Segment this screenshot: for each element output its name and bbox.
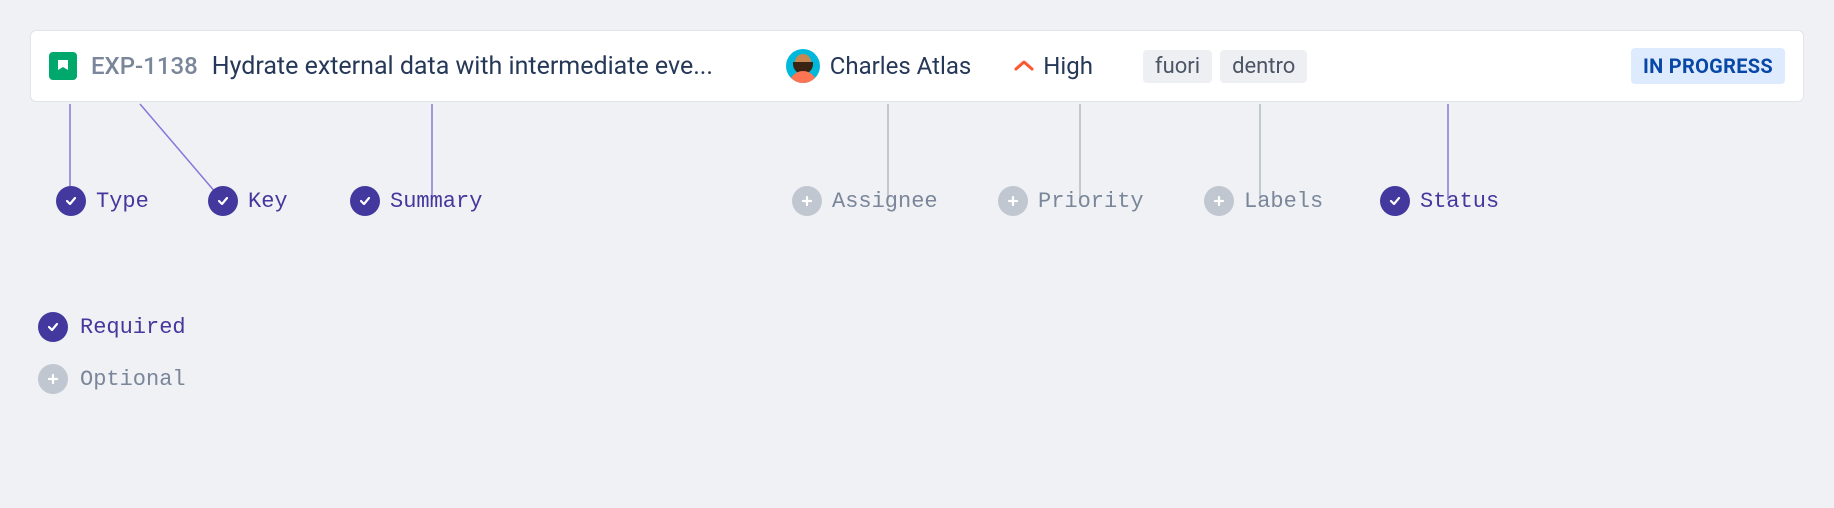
field-status: Status xyxy=(1380,186,1499,216)
labels-field[interactable]: fuori dentro xyxy=(1143,50,1307,83)
assignee-name: Charles Atlas xyxy=(830,52,972,80)
plus-icon xyxy=(1204,186,1234,216)
field-key: Key xyxy=(208,186,288,216)
legend-optional: Optional xyxy=(38,364,186,394)
plus-icon xyxy=(998,186,1028,216)
check-icon xyxy=(350,186,380,216)
field-labels: Labels xyxy=(1204,186,1323,216)
field-summary: Summary xyxy=(350,186,482,216)
legend-required: Required xyxy=(38,312,186,342)
plus-icon xyxy=(38,364,68,394)
assignee-field[interactable]: Charles Atlas xyxy=(786,49,972,83)
issue-key[interactable]: EXP-1138 xyxy=(91,52,198,80)
field-descriptors: Type Key Summary Assignee Priority xyxy=(0,186,1834,226)
check-icon xyxy=(208,186,238,216)
status-chip: IN PROGRESS xyxy=(1631,48,1785,84)
priority-label: High xyxy=(1043,52,1093,80)
field-type: Type xyxy=(56,186,149,216)
legend: Required Optional xyxy=(38,312,186,394)
issue-summary[interactable]: Hydrate external data with intermediate … xyxy=(212,52,772,81)
priority-field[interactable]: High xyxy=(1013,52,1093,80)
plus-icon xyxy=(792,186,822,216)
label-chip[interactable]: fuori xyxy=(1143,50,1212,83)
issue-row: EXP-1138 Hydrate external data with inte… xyxy=(30,30,1804,102)
issue-type-icon xyxy=(49,52,77,80)
check-icon xyxy=(1380,186,1410,216)
label-chip[interactable]: dentro xyxy=(1220,50,1307,83)
priority-high-icon xyxy=(1013,55,1035,77)
avatar xyxy=(786,49,820,83)
status-field[interactable]: IN PROGRESS xyxy=(1631,54,1785,79)
field-assignee: Assignee xyxy=(792,186,938,216)
check-icon xyxy=(38,312,68,342)
field-priority: Priority xyxy=(998,186,1144,216)
check-icon xyxy=(56,186,86,216)
